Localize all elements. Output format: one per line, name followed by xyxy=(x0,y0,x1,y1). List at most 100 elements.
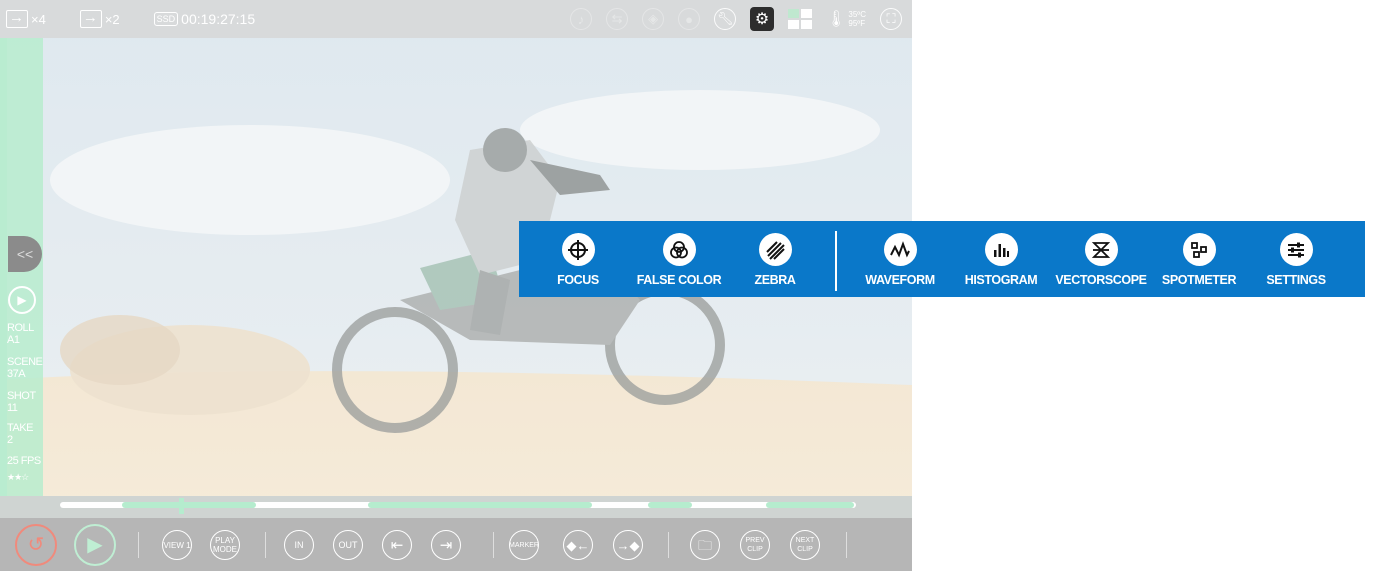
undo-icon: ↺ xyxy=(27,533,45,556)
divider xyxy=(138,532,139,558)
transport-controls: ↺ ▶ VIEW 1 PLAY MODE IN OUT ⇤ ⇥ MARKER ◆… xyxy=(0,518,912,571)
temperature-readout: 🌡︎ 35ºC 95ºF xyxy=(826,10,866,28)
sliders-icon xyxy=(1279,233,1313,266)
meta-value: 37A xyxy=(7,368,26,380)
go-to-out-button[interactable]: ⇥ xyxy=(431,530,461,560)
media-status: SSD 00:19:27:15 xyxy=(153,11,256,27)
output-arrow-icon xyxy=(6,9,28,28)
spotmeter-icon xyxy=(1182,233,1216,266)
record-indicator-icon[interactable]: ● xyxy=(678,8,701,30)
spotmeter-label: SPOTMETER xyxy=(1161,273,1237,287)
timeline-bar[interactable] xyxy=(0,496,912,518)
zebra-tool-button[interactable]: ZEBRA xyxy=(720,233,830,287)
gear-icon: ⚙ xyxy=(754,11,770,28)
toolbar-divider xyxy=(835,231,837,291)
temp-celsius: 35ºC xyxy=(848,10,866,19)
timeline-clip-segment[interactable] xyxy=(122,502,256,508)
skip-to-start-icon: ⇤ xyxy=(390,536,404,554)
go-to-in-button[interactable]: ⇤ xyxy=(382,530,412,560)
monitoring-tools-toolbar: FOCUS FALSE COLOR ZEBRA WAVEFORM HISTOGR… xyxy=(519,221,1365,297)
next-clip-button[interactable]: NEXT CLIP xyxy=(790,530,820,560)
histogram-tool-button[interactable]: HISTOGRAM xyxy=(946,233,1056,287)
waveform-icon xyxy=(883,233,917,266)
temp-fahrenheit: 95ºF xyxy=(848,19,866,28)
timeline-clip-segment[interactable] xyxy=(368,502,592,508)
output-2-indicator: ×2 xyxy=(79,9,120,28)
undo-button[interactable]: ↺ xyxy=(15,524,57,566)
wrench-icon[interactable]: 🔧︎ xyxy=(714,8,737,30)
scene-meta: SCENE 37A xyxy=(7,356,43,380)
tag-icon[interactable]: ◈ xyxy=(642,8,665,30)
zebra-stripes-icon xyxy=(758,233,792,266)
open-folder-button[interactable]: 🗀 xyxy=(690,530,720,560)
left-play-button[interactable]: ▶ xyxy=(8,286,36,314)
prev-marker-icon: ◆← xyxy=(566,537,590,553)
false-color-label: FALSE COLOR xyxy=(636,273,722,287)
output-1-indicator: ×4 xyxy=(6,9,46,28)
link-icon[interactable]: ⇆ xyxy=(606,8,629,30)
spotmeter-tool-button[interactable]: SPOTMETER xyxy=(1144,233,1254,287)
audio-icon[interactable]: ♪ xyxy=(570,8,593,30)
mark-out-label: OUT xyxy=(338,539,358,550)
roll-meta: ROLL A1 xyxy=(7,322,34,346)
meta-label: ROLL xyxy=(7,322,34,334)
prev-marker-button[interactable]: ◆← xyxy=(563,530,593,560)
false-color-tool-button[interactable]: FALSE COLOR xyxy=(624,233,734,287)
play-button[interactable]: ▶ xyxy=(74,524,116,566)
timecode: 00:19:27:15 xyxy=(181,11,256,27)
timeline-clip-segment[interactable] xyxy=(766,502,854,508)
vectorscope-tool-button[interactable]: VECTORSCOPE xyxy=(1046,233,1156,287)
meta-label: SCENE xyxy=(7,356,43,368)
vectorscope-icon xyxy=(1084,233,1118,266)
clip-rating[interactable]: ★★☆ xyxy=(7,472,29,483)
play-mode-button[interactable]: PLAY MODE xyxy=(210,530,240,560)
zebra-label: ZEBRA xyxy=(754,273,796,287)
divider xyxy=(846,532,847,558)
fps-readout: 25 FPS xyxy=(7,455,41,467)
folder-icon: 🗀 xyxy=(698,536,712,553)
play-icon: ▶ xyxy=(17,293,27,307)
output-arrow-icon xyxy=(79,9,102,28)
output-1-count: ×4 xyxy=(31,11,46,27)
crosshair-icon xyxy=(561,233,595,266)
meta-value: 11 xyxy=(7,402,18,414)
layout-grid-icon[interactable] xyxy=(788,9,813,29)
settings-gear-button[interactable]: ⚙ xyxy=(750,7,775,31)
divider xyxy=(668,532,669,558)
output-2-count: ×2 xyxy=(104,11,120,27)
timeline-clip-segment[interactable] xyxy=(648,502,692,508)
meta-value: A1 xyxy=(7,334,20,346)
take-meta: TAKE 2 xyxy=(7,422,33,446)
shot-meta: SHOT 11 xyxy=(7,390,36,414)
histogram-icon xyxy=(984,233,1018,266)
mark-in-label: IN xyxy=(294,539,304,550)
timeline-playhead[interactable] xyxy=(179,498,184,514)
view-button[interactable]: VIEW 1 xyxy=(162,530,192,560)
mark-out-button[interactable]: OUT xyxy=(333,530,363,560)
status-bar: ×4 ×2 SSD 00:19:27:15 ♪ ⇆ ◈ ● 🔧︎ ⚙ 🌡︎ 35… xyxy=(0,0,912,38)
next-marker-button[interactable]: →◆ xyxy=(613,530,643,560)
color-circles-icon xyxy=(662,233,696,266)
chevron-left-icon: << xyxy=(16,246,34,262)
waveform-label: WAVEFORM xyxy=(865,273,935,287)
marker-button[interactable]: MARKER xyxy=(509,530,539,560)
play-icon: ▶ xyxy=(87,533,103,556)
thermometer-icon: 🌡︎ xyxy=(826,10,847,28)
prev-clip-button[interactable]: PREV CLIP xyxy=(740,530,770,560)
waveform-tool-button[interactable]: WAVEFORM xyxy=(845,233,955,287)
divider xyxy=(265,532,266,558)
settings-tool-button[interactable]: SETTINGS xyxy=(1241,233,1351,287)
ssd-icon: SSD xyxy=(153,12,179,26)
next-marker-icon: →◆ xyxy=(616,537,640,553)
divider xyxy=(493,532,494,558)
focus-tool-button[interactable]: FOCUS xyxy=(523,233,633,287)
meta-label: TAKE xyxy=(7,422,33,434)
mark-in-button[interactable]: IN xyxy=(284,530,314,560)
focus-label: FOCUS xyxy=(557,273,599,287)
histogram-label: HISTOGRAM xyxy=(964,273,1038,287)
vectorscope-label: VECTORSCOPE xyxy=(1055,273,1147,287)
left-accent-strip xyxy=(0,38,7,496)
skip-to-end-icon: ⇥ xyxy=(439,536,453,554)
fullscreen-icon[interactable]: ⛶ xyxy=(880,8,902,30)
meta-label: SHOT xyxy=(7,390,36,402)
